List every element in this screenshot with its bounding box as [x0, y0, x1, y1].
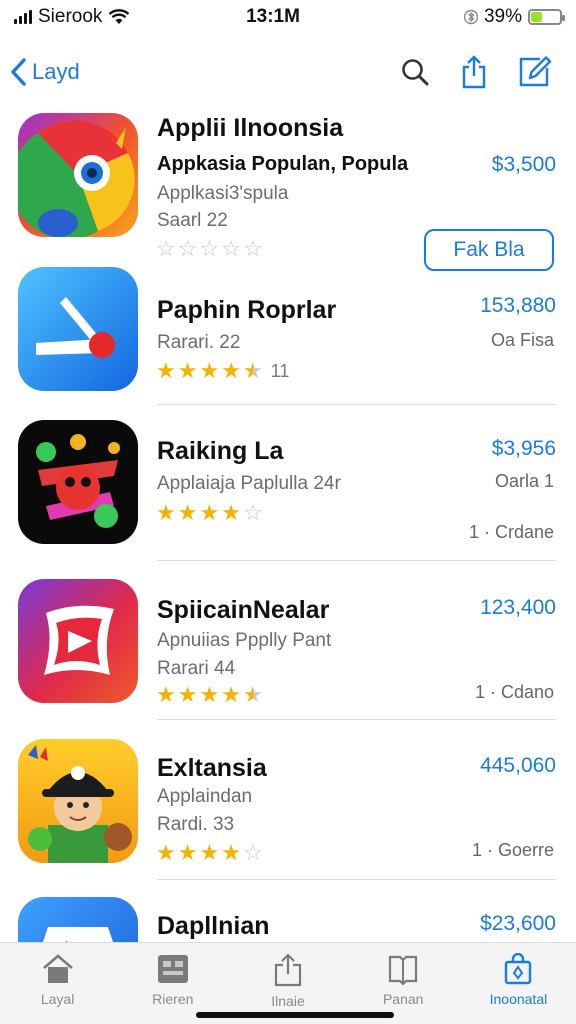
star-icon: ☆: [221, 236, 241, 261]
star-icon: ★: [242, 682, 263, 707]
divider: [157, 879, 556, 880]
grid-icon: [157, 955, 188, 983]
star-icon: ★: [156, 682, 176, 707]
navigation-bar: Layd: [0, 44, 576, 100]
home-indicator[interactable]: [196, 1012, 394, 1018]
app-title: Paphin Roprlar: [157, 296, 337, 324]
app-price: 445,060: [480, 754, 556, 777]
status-time: 13:1M: [246, 6, 300, 27]
star-icon: ★: [221, 500, 241, 525]
app-meta: 1 · Crdane: [468, 522, 554, 542]
app-category: Applkasi3'spula: [157, 183, 289, 204]
star-icon: ☆: [242, 236, 263, 261]
star-icon: ★: [156, 500, 176, 525]
search-icon[interactable]: [400, 57, 430, 87]
signal-icon: [14, 10, 32, 24]
app-icon-game-black[interactable]: [18, 420, 138, 544]
app-meta-top: Oarla 1: [494, 471, 554, 491]
bluetooth-icon: [463, 9, 478, 25]
app-icon-blue-tool[interactable]: [18, 267, 138, 391]
home-icon: [42, 954, 73, 983]
app-title: Exltansia: [157, 754, 267, 782]
star-icon: ★: [199, 500, 220, 525]
divider: [157, 560, 556, 561]
app-price: 123,400: [480, 596, 556, 619]
rating-stars: ★ ★ ★ ★ ☆: [156, 842, 263, 864]
get-button[interactable]: Fak Bla: [424, 229, 554, 271]
app-rank: Rardi. 33: [157, 814, 235, 835]
app-icon-cartoon-character[interactable]: [18, 739, 138, 863]
app-meta: Oa Fisa: [490, 330, 554, 350]
back-label: Layd: [32, 59, 80, 84]
rating-count: 11: [270, 361, 290, 381]
rating-stars: ★ ★ ★ ★ ☆: [156, 502, 263, 524]
star-icon: ★: [199, 840, 220, 865]
back-button[interactable]: Layd: [10, 57, 80, 87]
bag-icon: [505, 953, 532, 985]
book-icon: [389, 955, 418, 985]
star-icon: ★: [242, 358, 263, 383]
app-category: Applaiaja Paplulla 24r: [157, 473, 341, 494]
app-price: $3,500: [491, 153, 556, 176]
app-category: Applaindan: [157, 786, 253, 807]
status-bar: Sierook 13:1M 39%: [0, 0, 576, 34]
star-icon: ★: [177, 682, 198, 707]
app-title: Dapllnian: [157, 912, 270, 940]
star-icon: ★: [156, 840, 176, 865]
rating-stars: ☆ ☆ ☆ ☆ ☆: [156, 238, 263, 260]
status-right: 39%: [362, 6, 565, 28]
tab-label: Panan: [382, 991, 424, 1007]
battery-percent: 39%: [483, 6, 522, 27]
star-icon: ☆: [156, 236, 176, 261]
app-title: Raiking La: [157, 437, 284, 465]
tab-label: Layal: [40, 991, 75, 1007]
compose-icon[interactable]: [518, 56, 552, 88]
star-icon: ☆: [242, 500, 263, 525]
app-price: $23,600: [480, 912, 556, 935]
star-icon: ☆: [199, 236, 220, 261]
app-category: Apnuiias Ppplly Pant: [157, 630, 332, 651]
app-meta: 1 · Cdano: [474, 682, 554, 702]
tab-label: Inoonatal: [489, 991, 548, 1007]
app-meta: 1 · Goerre: [471, 840, 554, 860]
chevron-left-icon: [11, 58, 26, 86]
star-icon: ★: [221, 682, 241, 707]
star-icon: ★: [177, 840, 198, 865]
star-icon: ★: [156, 358, 176, 383]
share-icon[interactable]: [460, 55, 488, 89]
nav-actions: [400, 55, 566, 89]
tab-home[interactable]: Layal: [0, 943, 115, 1024]
wifi-icon: [109, 9, 130, 24]
app-title: Applii Ilnoonsia: [157, 114, 344, 142]
app-title: SpiicainNealar: [157, 596, 330, 624]
star-icon: ★: [177, 358, 198, 383]
star-icon: ★: [221, 840, 241, 865]
app-icon-red-media[interactable]: [18, 579, 138, 703]
rating-stars: ★ ★ ★ ★ ★: [156, 684, 263, 706]
tab-label: Rieren: [152, 991, 194, 1007]
star-icon: ☆: [242, 840, 263, 865]
tab-label: Ilnaie: [271, 993, 305, 1009]
app-rank: Rarari 44: [157, 658, 236, 679]
app-rank: Saarl 22: [157, 210, 228, 231]
divider: [157, 719, 556, 720]
carrier-label: Sierook: [38, 6, 103, 27]
app-price: 153,880: [480, 294, 556, 317]
star-icon: ☆: [177, 236, 198, 261]
share-box-icon: [274, 953, 302, 987]
star-icon: ★: [221, 358, 241, 383]
star-icon: ★: [199, 358, 220, 383]
divider: [157, 404, 556, 405]
app-rank: Rarari. 22: [157, 332, 241, 353]
rating-stars: ★ ★ ★ ★ ★ 11: [156, 360, 289, 382]
app-icon-chrome-like[interactable]: [18, 113, 138, 237]
battery-icon: [528, 9, 565, 25]
star-icon: ★: [177, 500, 198, 525]
app-price: $3,956: [491, 437, 556, 460]
star-icon: ★: [199, 682, 220, 707]
tab-store[interactable]: Inoonatal: [461, 943, 576, 1024]
app-subtitle: Appkasia Populan, Popula: [157, 153, 409, 175]
